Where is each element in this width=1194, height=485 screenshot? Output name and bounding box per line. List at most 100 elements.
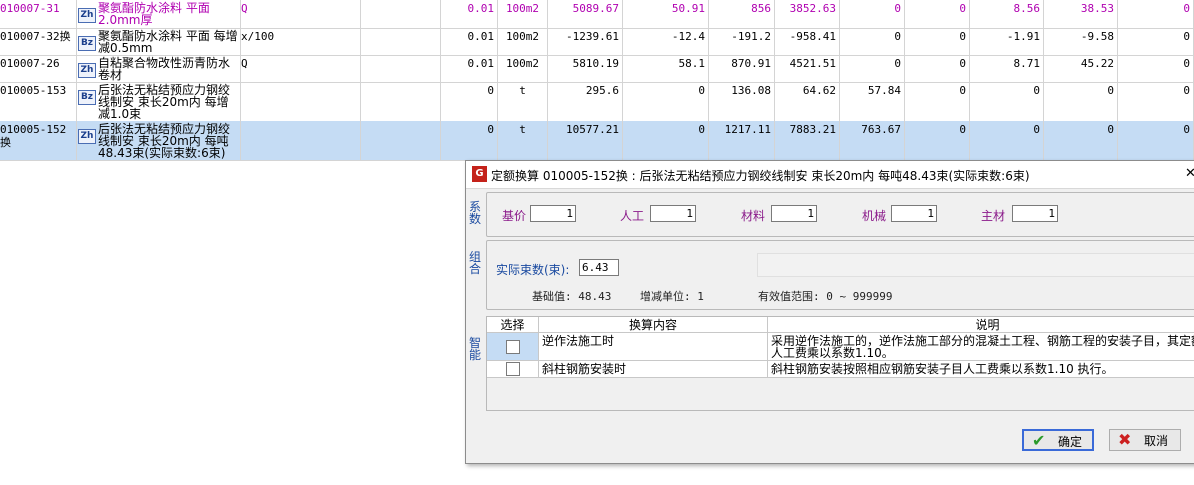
c1-cell[interactable]: 295.6 (548, 82, 623, 121)
name-cell[interactable]: Zh 聚氨酯防水涂料 平面 2.0mm厚 (77, 0, 241, 28)
c5-cell[interactable]: 57.84 (840, 82, 905, 121)
table-row[interactable]: 010005-152换 Zh 后张法无粘结预应力钢绞线制安 束长20m内 每吨48.… (0, 121, 1194, 161)
c5-cell[interactable]: 763.67 (840, 121, 905, 160)
select-cell[interactable] (487, 361, 539, 377)
actual-count-input[interactable]: 6.43 (579, 259, 619, 276)
c6-cell[interactable]: 0 (905, 121, 970, 160)
c8-cell[interactable]: 38.53 (1044, 0, 1118, 28)
c2-cell[interactable]: 58.1 (623, 55, 709, 82)
main-material-input[interactable]: 1 (1012, 205, 1058, 222)
base-price-input[interactable]: 1 (530, 205, 576, 222)
unit-cell[interactable]: t (498, 121, 548, 160)
unit-cell[interactable]: 100m2 (498, 55, 548, 82)
table-row[interactable]: 010007-31 Zh 聚氨酯防水涂料 平面 2.0mm厚 Q 0.01 100m2 50… (0, 0, 1194, 29)
table-row[interactable]: 010007-32换 Bz 聚氨酯防水涂料 平面 每增减0.5mm x/100 0.01… (0, 28, 1194, 56)
unit-cell[interactable]: t (498, 82, 548, 121)
c3-cell[interactable]: -191.2 (709, 28, 775, 55)
cancel-button[interactable]: ✖ 取消 (1109, 429, 1181, 451)
c2-cell[interactable]: 0 (623, 82, 709, 121)
formula-cell[interactable] (241, 121, 361, 160)
c4-cell[interactable]: 7883.21 (775, 121, 840, 160)
c1-cell[interactable]: 5089.67 (548, 0, 623, 28)
code-cell[interactable]: 010005-152换 (0, 121, 77, 160)
header-select[interactable]: 选择 (487, 317, 539, 333)
header-description[interactable]: 说明 (768, 317, 1194, 333)
select-cell[interactable] (487, 333, 539, 360)
code-cell[interactable]: 010007-26 (0, 55, 77, 82)
empty-cell[interactable] (361, 121, 441, 160)
c5-cell[interactable]: 0 (840, 0, 905, 28)
c4-cell[interactable]: 64.62 (775, 82, 840, 121)
labor-input[interactable]: 1 (650, 205, 696, 222)
c6-cell[interactable]: 0 (905, 55, 970, 82)
unit-cell[interactable]: 100m2 (498, 0, 548, 28)
c2-cell[interactable]: 50.91 (623, 0, 709, 28)
c4-cell[interactable]: 3852.63 (775, 0, 840, 28)
header-content[interactable]: 换算内容 (539, 317, 768, 333)
c1-cell[interactable]: -1239.61 (548, 28, 623, 55)
code-cell[interactable]: 010007-31 (0, 0, 77, 28)
empty-cell[interactable] (361, 0, 441, 28)
name-cell[interactable]: Bz 后张法无粘结预应力钢绞线制安 束长20m内 每增减1.0束 (77, 82, 241, 121)
c8-cell[interactable]: 0 (1044, 121, 1118, 160)
table-row[interactable]: 010007-26 Zh 自粘聚合物改性沥青防水卷材 Q 0.01 100m2 5810.1… (0, 55, 1194, 83)
formula-cell[interactable]: x/100 (241, 28, 361, 55)
c4-cell[interactable]: -958.41 (775, 28, 840, 55)
empty-cell[interactable] (361, 55, 441, 82)
dialog-titlebar[interactable]: G 定额换算 010005-152换 : 后张法无粘结预应力钢绞线制安 束长20… (466, 161, 1194, 189)
qty-cell[interactable]: 0.01 (441, 55, 498, 82)
c9-cell[interactable]: 0 (1118, 121, 1194, 160)
material-input[interactable]: 1 (771, 205, 817, 222)
ok-button[interactable]: ✔ 确定 (1022, 429, 1094, 451)
c7-cell[interactable]: -1.91 (970, 28, 1044, 55)
formula-cell[interactable]: Q (241, 55, 361, 82)
c6-cell[interactable]: 0 (905, 0, 970, 28)
c3-cell[interactable]: 1217.11 (709, 121, 775, 160)
row-checkbox[interactable] (506, 362, 520, 376)
code-cell[interactable]: 010007-32换 (0, 28, 77, 55)
qty-cell[interactable]: 0 (441, 82, 498, 121)
item-name: 聚氨酯防水涂料 平面 2.0mm厚 (98, 1, 210, 27)
table-row[interactable]: 逆作法施工时 采用逆作法施工的，逆作法施工部分的混凝土工程、钢筋工程的安装子目，… (487, 333, 1194, 361)
empty-cell[interactable] (361, 28, 441, 55)
formula-cell[interactable]: Q (241, 0, 361, 28)
name-cell[interactable]: Bz 聚氨酯防水涂料 平面 每增减0.5mm (77, 28, 241, 55)
c9-cell[interactable]: 0 (1118, 0, 1194, 28)
c5-cell[interactable]: 0 (840, 28, 905, 55)
c3-cell[interactable]: 856 (709, 0, 775, 28)
formula-cell[interactable] (241, 82, 361, 121)
c2-cell[interactable]: 0 (623, 121, 709, 160)
c3-cell[interactable]: 136.08 (709, 82, 775, 121)
close-icon[interactable]: ✕ (1185, 166, 1194, 181)
c8-cell[interactable]: -9.58 (1044, 28, 1118, 55)
unit-cell[interactable]: 100m2 (498, 28, 548, 55)
c7-cell[interactable]: 0 (970, 121, 1044, 160)
c1-cell[interactable]: 5810.19 (548, 55, 623, 82)
c7-cell[interactable]: 8.71 (970, 55, 1044, 82)
c9-cell[interactable]: 0 (1118, 82, 1194, 121)
qty-cell[interactable]: 0 (441, 121, 498, 160)
code-cell[interactable]: 010005-153 (0, 82, 77, 121)
c7-cell[interactable]: 8.56 (970, 0, 1044, 28)
c8-cell[interactable]: 45.22 (1044, 55, 1118, 82)
c6-cell[interactable]: 0 (905, 82, 970, 121)
c8-cell[interactable]: 0 (1044, 82, 1118, 121)
c7-cell[interactable]: 0 (970, 82, 1044, 121)
qty-cell[interactable]: 0.01 (441, 0, 498, 28)
c2-cell[interactable]: -12.4 (623, 28, 709, 55)
name-cell[interactable]: Zh 自粘聚合物改性沥青防水卷材 (77, 55, 241, 82)
c6-cell[interactable]: 0 (905, 28, 970, 55)
c9-cell[interactable]: 0 (1118, 55, 1194, 82)
table-row[interactable]: 斜柱钢筋安装时 斜柱钢筋安装按照相应钢筋安装子目人工费乘以系数1.10 执行。 (487, 361, 1194, 378)
empty-cell[interactable] (361, 82, 441, 121)
c4-cell[interactable]: 4521.51 (775, 55, 840, 82)
c9-cell[interactable]: 0 (1118, 28, 1194, 55)
row-checkbox[interactable] (506, 340, 520, 354)
table-row[interactable]: 010005-153 Bz 后张法无粘结预应力钢绞线制安 束长20m内 每增减1.0… (0, 82, 1194, 122)
qty-cell[interactable]: 0.01 (441, 28, 498, 55)
c5-cell[interactable]: 0 (840, 55, 905, 82)
machine-input[interactable]: 1 (891, 205, 937, 222)
c1-cell[interactable]: 10577.21 (548, 121, 623, 160)
c3-cell[interactable]: 870.91 (709, 55, 775, 82)
name-cell[interactable]: Zh 后张法无粘结预应力钢绞线制安 束长20m内 每吨48.43束(实际束数:6束… (77, 121, 241, 160)
